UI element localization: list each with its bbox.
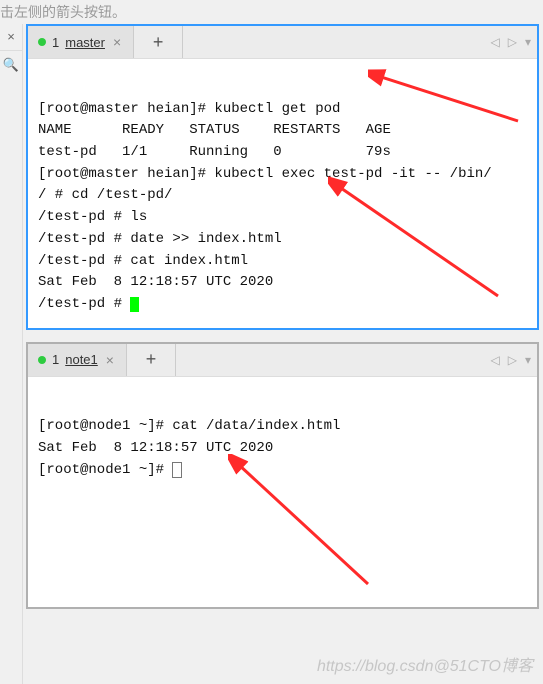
panes-container: 1 master × + ◁ ▷ ▾ [root@master heian]# … (22, 24, 543, 621)
terminal-line: NAME READY STATUS RESTARTS AGE (38, 122, 391, 138)
terminal-line: [root@node1 ~]# (38, 462, 172, 478)
tab-nav: ◁ ▷ ▾ (491, 344, 532, 376)
terminal-line: [root@master heian]# kubectl exec test-p… (38, 166, 492, 182)
terminal-output[interactable]: [root@node1 ~]# cat /data/index.html Sat… (28, 377, 537, 607)
status-dot-icon (38, 38, 46, 46)
tab-nav-menu-icon[interactable]: ▾ (525, 353, 531, 367)
terminal-line: [root@master heian]# kubectl get pod (38, 101, 340, 117)
terminal-line: [root@node1 ~]# cat /data/index.html (38, 418, 340, 434)
close-sidebar-button[interactable]: × (0, 24, 22, 48)
terminal-line: /test-pd # (38, 296, 130, 312)
terminal-line: /test-pd # date >> index.html (38, 231, 282, 247)
tab-nav-left-icon[interactable]: ◁ (491, 353, 500, 367)
tab-nav-right-icon[interactable]: ▷ (508, 353, 517, 367)
tab-label: note1 (65, 352, 98, 367)
terminal-pane-note1: 1 note1 × + ◁ ▷ ▾ [root@node1 ~]# cat /d… (26, 342, 539, 609)
terminal-line: Sat Feb 8 12:18:57 UTC 2020 (38, 440, 273, 456)
watermark: https://blog.csdn@51CTO博客 (317, 652, 533, 676)
terminal-line: /test-pd # cat index.html (38, 253, 248, 269)
terminal-line: / # cd /test-pd/ (38, 187, 172, 203)
cursor-icon (130, 297, 139, 312)
terminal-line: Sat Feb 8 12:18:57 UTC 2020 (38, 274, 273, 290)
tab-bar: 1 master × + ◁ ▷ ▾ (28, 26, 537, 59)
tab-bar: 1 note1 × + ◁ ▷ ▾ (28, 344, 537, 377)
terminal-line: test-pd 1/1 Running 0 79s (38, 144, 391, 160)
tab-note1[interactable]: 1 note1 × (28, 344, 127, 376)
search-icon[interactable]: 🔍 (0, 53, 22, 77)
terminal-line: /test-pd # ls (38, 209, 147, 225)
page: 击左侧的箭头按钮。 × 🔍 1 master × + ◁ ▷ ▾ (0, 0, 543, 684)
tab-nav-left-icon[interactable]: ◁ (491, 35, 500, 49)
cursor-icon (172, 462, 182, 478)
tab-label: master (65, 35, 105, 50)
tab-close-icon[interactable]: × (111, 34, 123, 50)
tab-nav-right-icon[interactable]: ▷ (508, 35, 517, 49)
tab-add-button[interactable]: + (134, 26, 183, 58)
left-sidebar: × 🔍 (0, 24, 23, 684)
terminal-pane-master: 1 master × + ◁ ▷ ▾ [root@master heian]# … (26, 24, 539, 330)
tab-close-icon[interactable]: × (104, 352, 116, 368)
tab-nav-menu-icon[interactable]: ▾ (525, 35, 531, 49)
hint-text: 击左侧的箭头按钮。 (0, 0, 543, 26)
tab-index: 1 (52, 352, 59, 367)
tab-index: 1 (52, 35, 59, 50)
tab-nav: ◁ ▷ ▾ (491, 26, 532, 58)
tab-add-button[interactable]: + (127, 344, 176, 376)
tab-master[interactable]: 1 master × (28, 26, 134, 58)
terminal-output[interactable]: [root@master heian]# kubectl get pod NAM… (28, 59, 537, 328)
status-dot-icon (38, 356, 46, 364)
sidebar-separator (0, 50, 22, 51)
